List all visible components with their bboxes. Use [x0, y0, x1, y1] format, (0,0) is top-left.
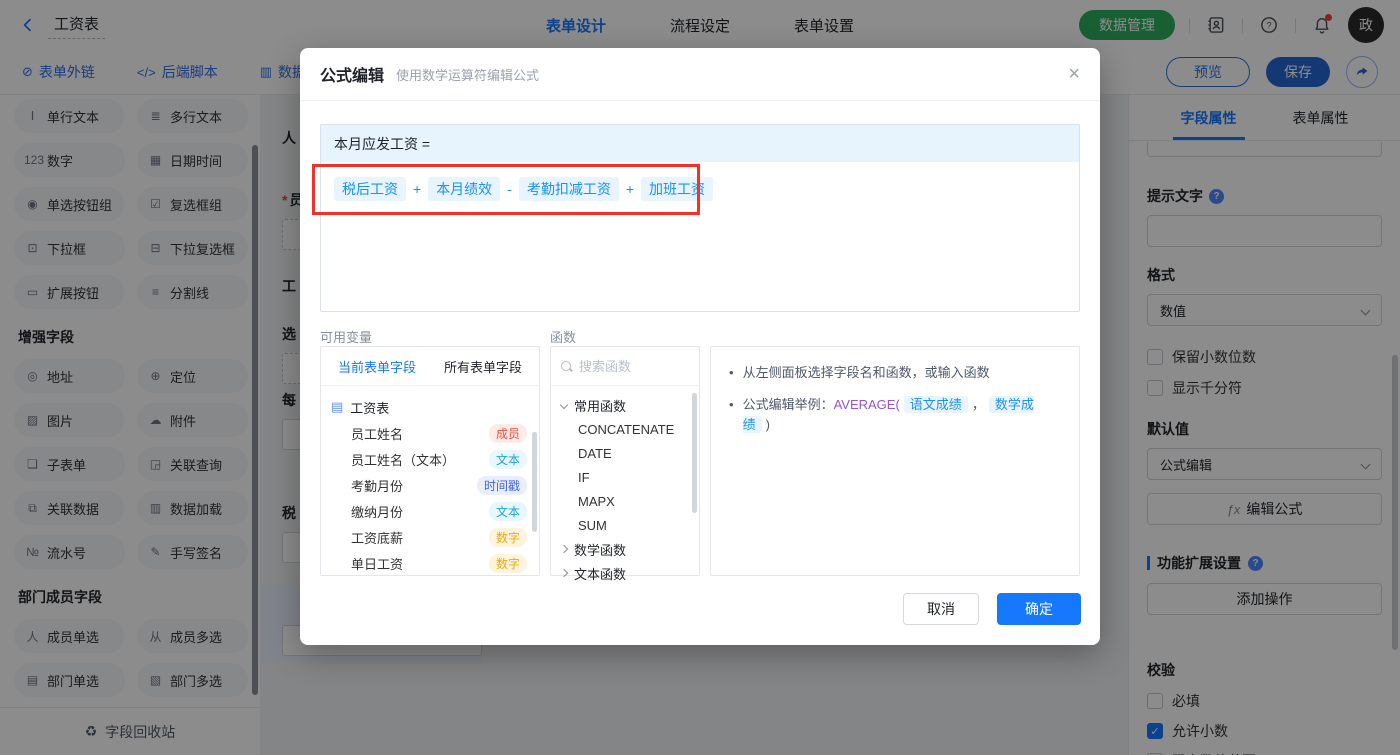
- formula-token[interactable]: 加班工资: [641, 177, 713, 201]
- variable-item[interactable]: 员工姓名 成员: [331, 420, 529, 446]
- bullet: •: [729, 395, 734, 435]
- variables-tab[interactable]: 当前表单字段: [338, 357, 416, 376]
- formula-token[interactable]: 本月绩效: [428, 177, 500, 201]
- variables-tabs: 当前表单字段 所有表单字段: [321, 347, 539, 386]
- formula-token[interactable]: -: [504, 181, 515, 197]
- app: 工资表 表单设计流程设定表单设置 数据管理 ? 政: [0, 0, 1400, 755]
- variable-type-tag: 文本: [489, 450, 527, 469]
- variables-scrollbar[interactable]: [532, 432, 537, 532]
- variable-type-tag: 数字: [489, 554, 527, 573]
- variables-tab[interactable]: 所有表单字段: [444, 357, 522, 376]
- variable-item[interactable]: 单日工资 数字: [331, 550, 529, 576]
- variable-item[interactable]: 员工姓名（文本） 文本: [331, 446, 529, 472]
- function-item[interactable]: 文本函数: [551, 561, 699, 585]
- formula-target: 本月应发工资 =: [321, 125, 1079, 162]
- formula-token[interactable]: +: [623, 181, 637, 197]
- variables-root[interactable]: ▤ 工资表: [331, 394, 529, 420]
- variable-type-tag: 文本: [489, 502, 527, 521]
- function-item[interactable]: DATE: [551, 441, 699, 465]
- function-item[interactable]: 数学函数: [551, 537, 699, 561]
- form-doc-icon: ▤: [331, 399, 343, 415]
- cancel-button[interactable]: 取消: [903, 593, 979, 625]
- tree-chevron-icon: [560, 545, 568, 553]
- tip-line-2: • 公式编辑举例：AVERAGE(语文成绩，数学成绩): [729, 395, 1061, 435]
- formula-editor-modal: 公式编辑 使用数学运算符编辑公式 × 本月应发工资 = 税后工资+本月绩效-考勤…: [300, 48, 1100, 645]
- variable-name: 缴纳月份: [351, 502, 489, 521]
- tip-separator: ，: [972, 397, 985, 412]
- variable-type-tag: 成员: [489, 424, 527, 443]
- variable-item[interactable]: 考勤月份 时间戳: [331, 472, 529, 498]
- function-item[interactable]: IF: [551, 465, 699, 489]
- variable-type-tag: 数字: [489, 528, 527, 547]
- tip-close-paren: ): [766, 417, 770, 432]
- variable-name: 员工姓名: [351, 424, 489, 443]
- function-item[interactable]: MAPX: [551, 489, 699, 513]
- tip-function-name: AVERAGE(: [834, 397, 900, 412]
- modal-header: 公式编辑 使用数学运算符编辑公式 ×: [300, 48, 1100, 101]
- variable-name: 员工姓名（文本）: [351, 450, 489, 469]
- formula-tips-panel: • 从左侧面板选择字段名和函数，或输入函数 • 公式编辑举例：AVERAGE( 语…: [710, 346, 1080, 576]
- formula-token[interactable]: 税后工资: [334, 177, 406, 201]
- modal-title: 公式编辑: [320, 62, 384, 86]
- variable-item[interactable]: 缴纳月份 文本: [331, 498, 529, 524]
- variable-item[interactable]: 工资底薪 数字: [331, 524, 529, 550]
- variable-name: 工资底薪: [351, 528, 489, 547]
- tree-chevron-icon: [560, 401, 568, 409]
- variables-list: 员工姓名 成员 员工姓名（文本） 文本 考勤月份 时间戳: [331, 420, 529, 576]
- function-search[interactable]: [551, 347, 699, 386]
- variables-label: 可用变量: [320, 327, 372, 346]
- variables-panel: 当前表单字段所有表单字段 ▤ 工资表 员工姓名 成员 员工姓名（文本: [320, 346, 540, 576]
- tip-field-chip[interactable]: 语文成绩: [904, 396, 968, 413]
- variable-name: 单日工资: [351, 554, 489, 573]
- function-item[interactable]: 常用函数: [551, 393, 699, 417]
- formula-token[interactable]: 考勤扣减工资: [519, 177, 619, 201]
- tip-prefix: 公式编辑举例：: [743, 397, 834, 412]
- formula-expression[interactable]: 税后工资+本月绩效-考勤扣减工资+加班工资: [321, 162, 1079, 216]
- formula-token[interactable]: +: [410, 181, 424, 197]
- variable-type-tag: 时间戳: [477, 476, 527, 495]
- function-search-input[interactable]: [579, 359, 689, 374]
- functions-label: 函数: [550, 327, 576, 346]
- tip-line-1: • 从左侧面板选择字段名和函数，或输入函数: [729, 363, 1061, 383]
- functions-panel: 常用函数 CONCATENATE DATE IF: [550, 346, 700, 576]
- close-icon[interactable]: ×: [1068, 64, 1080, 84]
- functions-scrollbar[interactable]: [692, 393, 697, 513]
- confirm-button[interactable]: 确定: [997, 593, 1081, 625]
- function-list: 常用函数 CONCATENATE DATE IF: [551, 386, 699, 592]
- modal-subtitle: 使用数学运算符编辑公式: [396, 65, 539, 84]
- variable-name: 考勤月份: [351, 476, 477, 495]
- function-item[interactable]: CONCATENATE: [551, 417, 699, 441]
- tree-chevron-icon: [560, 569, 568, 577]
- variables-tree: ▤ 工资表 员工姓名 成员 员工姓名（文本） 文本: [321, 386, 539, 584]
- formula-editor-box[interactable]: 本月应发工资 = 税后工资+本月绩效-考勤扣减工资+加班工资: [320, 124, 1080, 312]
- search-icon: [561, 361, 572, 372]
- bullet: •: [729, 363, 734, 383]
- function-item[interactable]: SUM: [551, 513, 699, 537]
